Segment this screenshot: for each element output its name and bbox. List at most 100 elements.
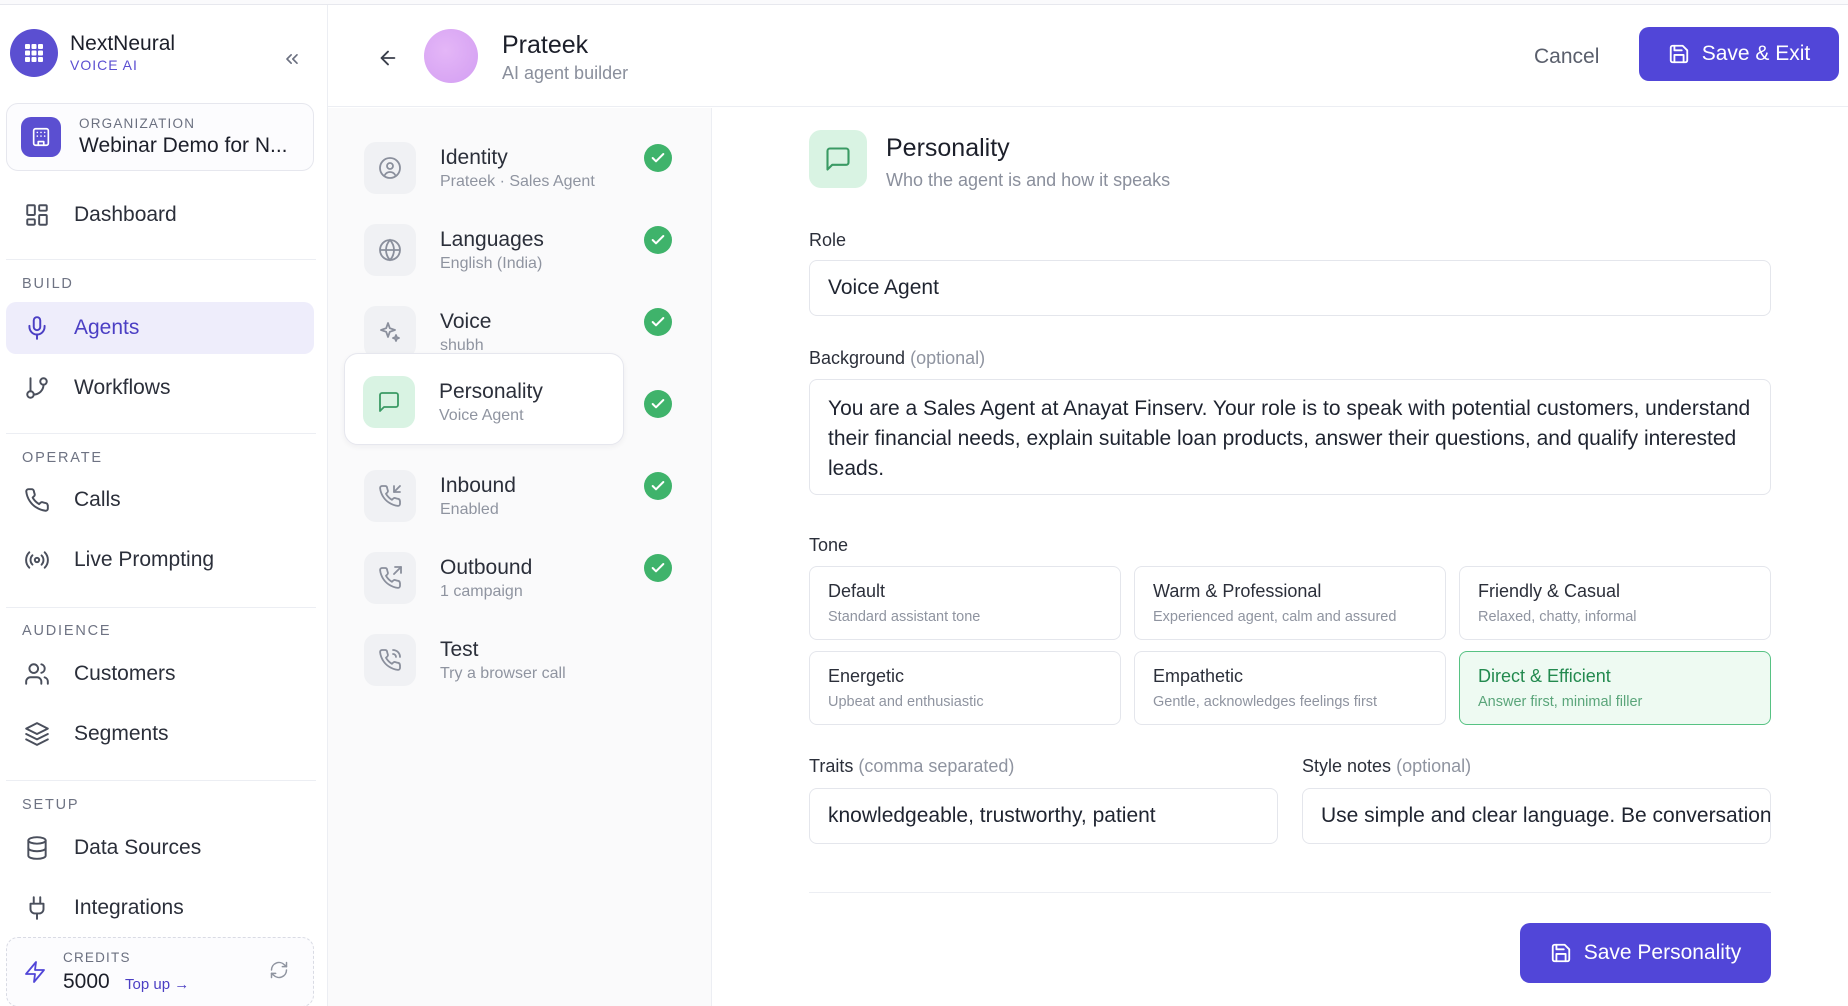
step-identity[interactable]: Identity Prateek · Sales Agent: [346, 120, 622, 212]
agent-avatar: [424, 29, 478, 83]
step-title: Voice: [440, 310, 492, 333]
step-title: Inbound: [440, 474, 516, 497]
tone-label: Tone: [809, 535, 849, 555]
step-outbound[interactable]: Outbound 1 campaign: [346, 530, 622, 622]
sidebar-item-segments[interactable]: Segments: [6, 708, 314, 760]
mic-icon: [22, 313, 52, 343]
step-test[interactable]: Test Try a browser call: [346, 612, 622, 704]
agent-subtitle: AI agent builder: [502, 63, 629, 83]
traits-hint: (comma separated): [858, 756, 1015, 776]
brand-subtitle: VOICE AI: [70, 57, 138, 73]
check-circle-icon: [644, 390, 672, 418]
section-label-build: BUILD: [22, 276, 74, 292]
message-square-icon: [363, 376, 415, 428]
step-title: Identity: [440, 146, 508, 169]
personality-panel: Personality Who the agent is and how it …: [713, 108, 1848, 1006]
arrow-left-icon: [380, 50, 396, 66]
tone-name: Friendly & Casual: [1478, 581, 1621, 601]
tone-option-energetic[interactable]: Energetic Upbeat and enthusiastic: [809, 651, 1121, 725]
traits-label: Traits (comma separated): [809, 756, 1014, 777]
step-title: Test: [440, 638, 479, 661]
sidebar-item-label: Live Prompting: [74, 548, 215, 571]
message-square-icon: [809, 130, 867, 188]
globe-icon: [364, 224, 416, 276]
tone-description: Experienced agent, calm and assured: [1153, 609, 1397, 625]
grid-icon: [10, 29, 58, 77]
tone-name: Warm & Professional: [1153, 581, 1322, 601]
section-title: Personality: [886, 134, 1010, 162]
sidebar-item-agents[interactable]: Agents: [6, 302, 314, 354]
step-subtitle: 1 campaign: [440, 583, 523, 600]
sidebar-item-label: Dashboard: [74, 203, 177, 226]
back-button[interactable]: [372, 42, 404, 74]
tone-description: Standard assistant tone: [828, 609, 981, 625]
sidebar-item-data-sources[interactable]: Data Sources: [6, 822, 314, 874]
step-languages[interactable]: Languages English (India): [346, 202, 622, 294]
save-and-exit-button[interactable]: Save & Exit: [1639, 27, 1839, 81]
phone-icon: [22, 485, 52, 515]
sidebar-item-label: Integrations: [74, 896, 184, 919]
tone-option-default[interactable]: Default Standard assistant tone: [809, 566, 1121, 640]
agent-name: Prateek: [502, 31, 589, 59]
optional-hint: (optional): [910, 348, 986, 368]
background-label-text: Background: [809, 348, 906, 368]
traits-input[interactable]: knowledgeable, trustworthy, patient: [809, 788, 1278, 844]
phone-incoming-icon: [364, 470, 416, 522]
collapse-sidebar-button[interactable]: [276, 43, 308, 75]
organization-switcher[interactable]: ORGANIZATION Webinar Demo for N...: [6, 103, 314, 171]
credits-value: 5000: [63, 970, 110, 993]
phone-outgoing-icon: [364, 552, 416, 604]
step-subtitle: Prateek · Sales Agent: [440, 173, 595, 190]
sidebar-item-dashboard[interactable]: Dashboard: [6, 189, 314, 241]
tone-name: Default: [828, 581, 886, 601]
save-and-exit-label: Save & Exit: [1701, 42, 1811, 65]
org-name: Webinar Demo for N...: [79, 134, 288, 157]
tone-option-direct-efficient[interactable]: Direct & Efficient Answer first, minimal…: [1459, 651, 1771, 725]
step-title: Personality: [439, 380, 543, 403]
layout-dashboard-icon: [22, 200, 52, 230]
step-inbound[interactable]: Inbound Enabled: [346, 448, 622, 540]
users-icon: [22, 659, 52, 689]
divider: [6, 259, 316, 260]
brand[interactable]: NextNeural VOICE AI: [10, 29, 175, 77]
refresh-icon[interactable]: [269, 960, 289, 985]
tone-description: Upbeat and enthusiastic: [828, 694, 984, 710]
check-circle-icon: [644, 308, 672, 336]
cancel-button[interactable]: Cancel: [1534, 45, 1599, 69]
brand-name: NextNeural: [70, 32, 176, 55]
style-notes-input[interactable]: Use simple and clear language. Be conver…: [1302, 788, 1771, 844]
role-input[interactable]: Voice Agent: [809, 260, 1771, 316]
style-notes-label: Style notes (optional): [1302, 756, 1471, 777]
check-circle-icon: [644, 472, 672, 500]
credits-label: CREDITS: [63, 950, 131, 965]
tone-option-warm-professional[interactable]: Warm & Professional Experienced agent, c…: [1134, 566, 1446, 640]
top-up-link[interactable]: Top up →: [125, 976, 189, 993]
background-textarea[interactable]: You are a Sales Agent at Anayat Finserv.…: [809, 379, 1771, 495]
sidebar-item-customers[interactable]: Customers: [6, 648, 314, 700]
tone-option-friendly-casual[interactable]: Friendly & Casual Relaxed, chatty, infor…: [1459, 566, 1771, 640]
git-branch-icon: [22, 373, 52, 403]
save-personality-button[interactable]: Save Personality: [1520, 923, 1771, 983]
step-personality[interactable]: Personality Voice Agent: [344, 353, 624, 445]
sidebar-item-calls[interactable]: Calls: [6, 474, 314, 526]
sidebar-item-integrations[interactable]: Integrations: [6, 882, 314, 934]
section-subtitle: Who the agent is and how it speaks: [886, 170, 1171, 190]
builder-steps: Identity Prateek · Sales Agent Languages…: [328, 108, 712, 1006]
sidebar-item-label: Calls: [74, 488, 121, 511]
style-notes-label-text: Style notes: [1302, 756, 1392, 776]
user-circle-icon: [364, 142, 416, 194]
tone-option-empathetic[interactable]: Empathetic Gentle, acknowledges feelings…: [1134, 651, 1446, 725]
sidebar-item-workflows[interactable]: Workflows: [6, 362, 314, 414]
tone-name: Energetic: [828, 666, 905, 686]
save-icon: [1551, 943, 1570, 963]
tone-name: Direct & Efficient: [1478, 666, 1611, 686]
step-subtitle: Voice Agent: [439, 407, 524, 424]
tone-description: Answer first, minimal filler: [1478, 694, 1643, 710]
optional-hint: (optional): [1396, 756, 1472, 776]
sidebar-item-label: Agents: [74, 316, 140, 339]
sidebar-item-label: Customers: [74, 662, 176, 685]
sidebar-item-live-prompting[interactable]: Live Prompting: [6, 534, 314, 586]
zap-icon: [23, 960, 47, 989]
step-subtitle: Enabled: [440, 501, 499, 518]
database-icon: [22, 833, 52, 863]
